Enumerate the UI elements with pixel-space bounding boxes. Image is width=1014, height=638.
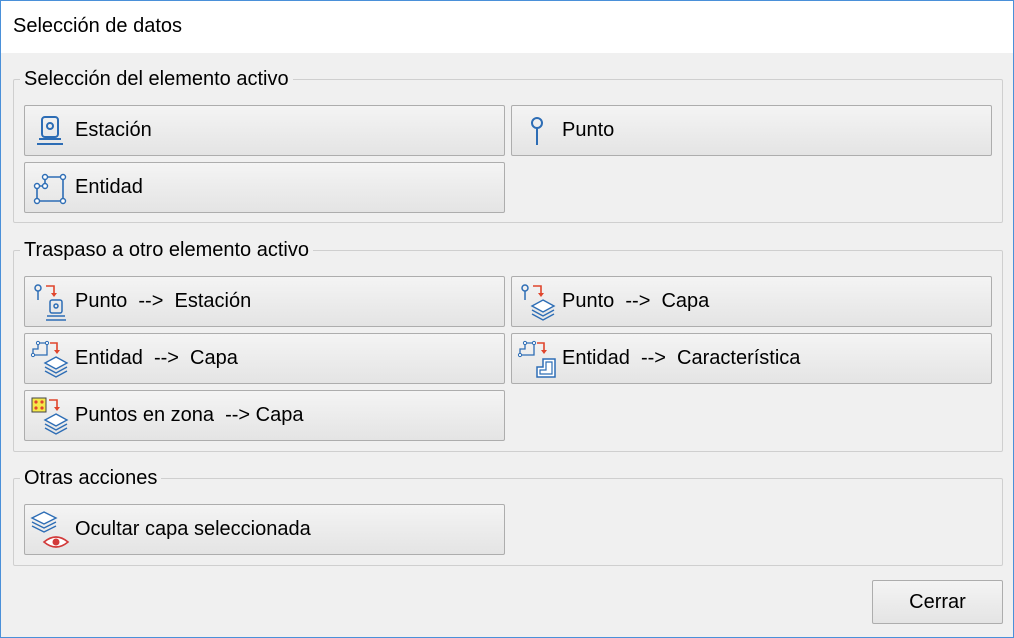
entidad-capa-button[interactable]: Entidad --> Capa [24,333,505,384]
entidad-capa-label: Entidad --> Capa [75,347,238,369]
point-to-station-icon [25,277,75,326]
group-legend: Traspaso a otro elemento activo [20,238,313,262]
group-legend: Otras acciones [20,466,162,490]
ocultar-capa-button[interactable]: Ocultar capa seleccionada [24,504,505,555]
entidad-button[interactable]: Entidad [24,162,505,213]
entity-to-layer-icon [25,334,75,383]
entidad-label: Entidad [75,176,143,198]
punto-estacion-label: Punto --> Estación [75,290,252,312]
entidad-caracteristica-label: Entidad --> Característica [562,347,801,369]
estacion-label: Estación [75,119,152,141]
window-title: Selección de datos [13,15,183,37]
station-icon [25,106,75,155]
dialog-window: Selección de datos Selección del element… [0,0,1014,638]
punto-capa-button[interactable]: Punto --> Capa [511,276,992,327]
group-legend: Selección del elemento activo [20,67,293,91]
entidad-caracteristica-button[interactable]: Entidad --> Característica [511,333,992,384]
zone-points-to-layer-icon [25,391,75,440]
title-bar: Selección de datos [1,1,1013,53]
punto-button[interactable]: Punto [511,105,992,156]
point-to-layer-icon [512,277,562,326]
hide-layer-icon [25,505,75,554]
entity-polyline-icon [25,163,75,212]
puntos-zona-capa-button[interactable]: Puntos en zona --> Capa [24,390,505,441]
puntos-zona-capa-label: Puntos en zona --> Capa [75,404,304,426]
close-button[interactable]: Cerrar [872,580,1003,624]
punto-estacion-button[interactable]: Punto --> Estación [24,276,505,327]
punto-capa-label: Punto --> Capa [562,290,710,312]
ocultar-capa-label: Ocultar capa seleccionada [75,518,311,540]
punto-label: Punto [562,119,615,141]
entity-to-feature-icon [512,334,562,383]
estacion-button[interactable]: Estación [24,105,505,156]
point-pin-icon [512,106,562,155]
